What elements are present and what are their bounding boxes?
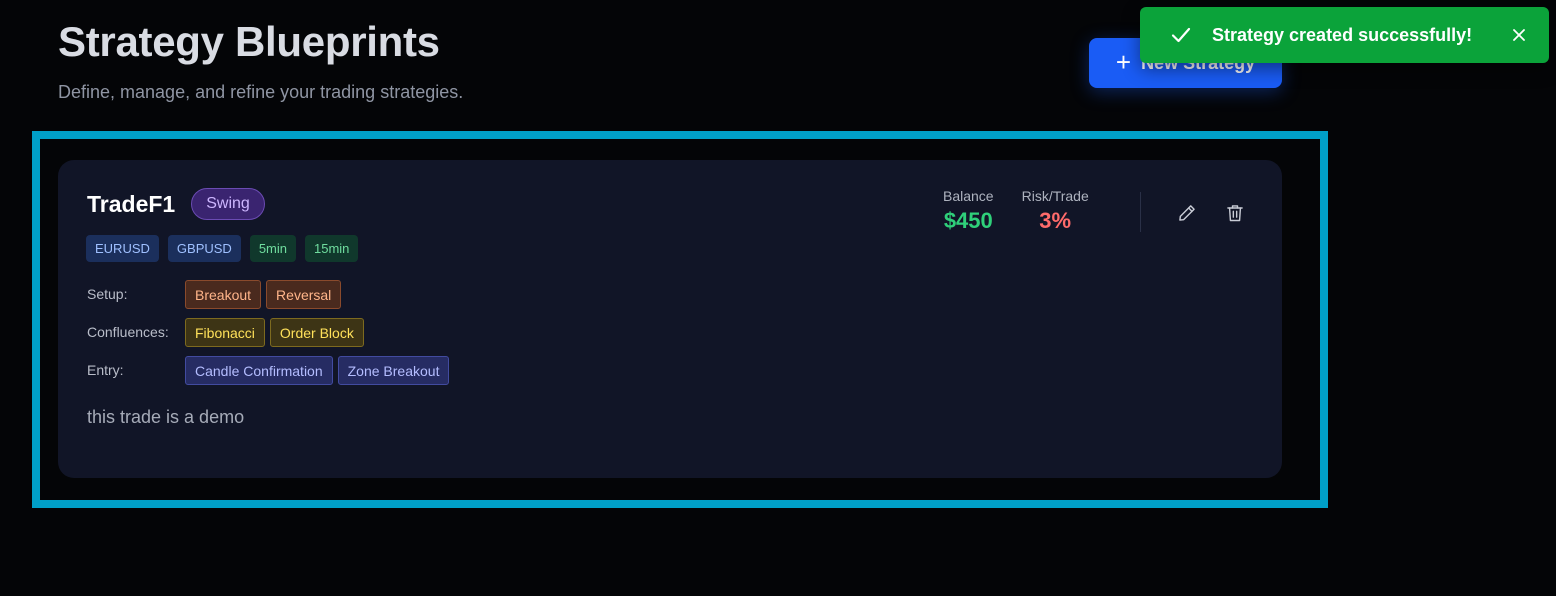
entry-chips: Candle Confirmation Zone Breakout bbox=[185, 356, 450, 385]
success-toast: Strategy created successfully! bbox=[1140, 7, 1549, 63]
page: Strategy Blueprints Define, manage, and … bbox=[0, 0, 1556, 596]
risk-value: 3% bbox=[1039, 208, 1072, 233]
entry-label: Entry: bbox=[87, 362, 124, 378]
pair-tag: GBPUSD bbox=[167, 235, 241, 262]
timeframe-tag: 15min bbox=[305, 235, 359, 262]
setup-label: Setup: bbox=[87, 286, 128, 302]
card-title-row: TradeF1 Swing bbox=[87, 188, 265, 220]
pair-tag: EURUSD bbox=[86, 235, 159, 262]
page-subtitle: Define, manage, and refine your trading … bbox=[58, 82, 464, 102]
page-title: Strategy Blueprints bbox=[58, 18, 440, 65]
style-badge: Swing bbox=[191, 188, 265, 220]
timeframe-tag: 5min bbox=[249, 235, 296, 262]
balance-stat: Balance $450 bbox=[943, 188, 994, 234]
risk-label: Risk/Trade bbox=[1021, 188, 1089, 204]
pencil-icon[interactable] bbox=[1174, 200, 1200, 226]
strategy-notes: this trade is a demo bbox=[87, 407, 245, 427]
confluences-label: Confluences: bbox=[87, 324, 169, 340]
confluence-chip: Order Block bbox=[269, 318, 364, 347]
balance-value: $450 bbox=[943, 208, 993, 233]
confluences-row: Confluences: Fibonacci Order Block bbox=[87, 318, 364, 347]
entry-chip: Zone Breakout bbox=[337, 356, 450, 385]
balance-label: Balance bbox=[943, 188, 994, 204]
close-icon[interactable] bbox=[1507, 23, 1531, 47]
confluence-chip: Fibonacci bbox=[185, 318, 265, 347]
setup-chip: Breakout bbox=[185, 280, 262, 309]
confluence-chips: Fibonacci Order Block bbox=[185, 318, 364, 347]
strategy-card[interactable]: TradeF1 Swing EURUSD GBPUSD 5min 15min S… bbox=[58, 160, 1282, 478]
risk-stat: Risk/Trade 3% bbox=[1022, 188, 1089, 234]
check-icon bbox=[1168, 22, 1194, 48]
strategy-stats: Balance $450 Risk/Trade 3% bbox=[943, 188, 1089, 234]
entry-row: Entry: Candle Confirmation Zone Breakout bbox=[87, 356, 450, 385]
setup-row: Setup: Breakout Reversal bbox=[87, 280, 342, 309]
divider bbox=[1140, 192, 1141, 232]
toast-message: Strategy created successfully! bbox=[1212, 24, 1473, 45]
strategy-name: TradeF1 bbox=[87, 190, 176, 217]
trash-icon[interactable] bbox=[1222, 200, 1248, 226]
entry-chip: Candle Confirmation bbox=[185, 356, 333, 385]
pair-tags: EURUSD GBPUSD 5min 15min bbox=[86, 235, 359, 262]
setup-chip: Reversal bbox=[266, 280, 342, 309]
setup-chips: Breakout Reversal bbox=[185, 280, 342, 309]
plus-icon: + bbox=[1115, 47, 1132, 77]
